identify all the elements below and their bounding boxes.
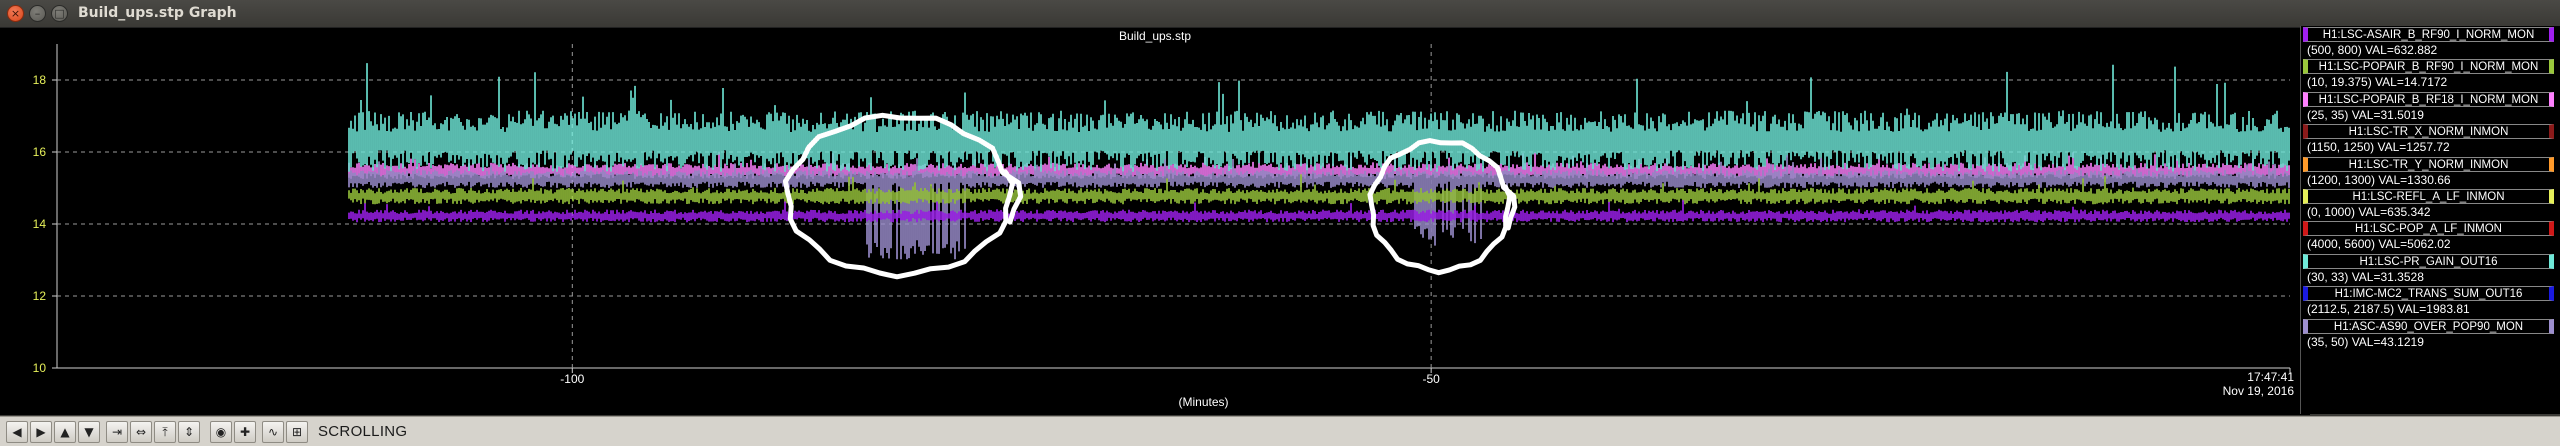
legend-channel-name[interactable]: H1:LSC-TR_Y_NORM_INMON [2303,156,2554,172]
y-tick-label: 16 [33,145,47,159]
close-window-button[interactable]: × [7,5,24,22]
compress-x-button[interactable]: ⇥ [106,421,128,443]
legend-channel-name[interactable]: H1:LSC-POPAIR_B_RF18_I_NORM_MON [2303,91,2554,107]
record-button[interactable]: ◉ [210,421,232,443]
y-tick-label: 10 [33,361,47,375]
legend-channel-name[interactable]: H1:LSC-PR_GAIN_OUT16 [2303,253,2554,269]
plot-area[interactable]: Build_ups.stp 10 12 14 16 18 -100 -50 17:47:41… [0,28,2310,415]
channel-legend: H1:LSC-ASAIR_B_RF90_I_NORM_MON (500, 800)… [2300,26,2560,414]
legend-channel-range: (4000, 5600) VAL=5062.02 [2307,237,2451,252]
minimize-window-button[interactable]: – [29,5,46,22]
window-title: Build_ups.stp Graph [78,5,237,21]
legend-channel-range: (2112.5, 2187.5) VAL=1983.81 [2307,302,2470,317]
split-button[interactable]: ⊞ [286,421,308,443]
legend-item[interactable]: H1:LSC-TR_Y_NORM_INMON (1200, 1300) VAL=1… [2301,156,2560,188]
x-tick-label: -100 [560,372,584,386]
arrow-left-icon: ◀ [12,425,22,439]
expand-horizontal-icon: ⇔ [135,425,147,439]
arrow-up-icon: ▲ [60,425,70,439]
legend-item[interactable]: H1:LSC-REFL_A_LF_INMON (0, 1000) VAL=635.… [2301,188,2560,220]
record-icon: ◉ [215,425,227,439]
legend-item[interactable]: H1:LSC-POPAIR_B_RF18_I_NORM_MON (25, 35) … [2301,91,2560,123]
grid-lines [57,44,2290,368]
scroll-up-button[interactable]: ▲ [54,421,76,443]
bottom-toolbar: SCROLLING ◀ ▶ ▲ ▼ ⇥ ⇔ ⤒ ⇕ ◉ ✚ ∿ ⊞ [0,416,2560,446]
current-time-label: 17:47:41 [2247,370,2294,384]
mode-label: SCROLLING [318,423,408,440]
arrow-down-icon: ▼ [84,425,94,439]
arrow-right-icon: ▶ [36,425,46,439]
compress-horizontal-icon: ⇥ [111,425,123,439]
series-trace [348,200,2290,223]
scroll-down-button[interactable]: ▼ [78,421,100,443]
waveform-button[interactable]: ∿ [262,421,284,443]
expand-x-button[interactable]: ⇔ [130,421,152,443]
waveform-icon: ∿ [267,425,279,439]
compress-y-button[interactable]: ⤒ [154,421,176,443]
maximize-icon: □ [54,7,65,20]
legend-item[interactable]: H1:ASC-AS90_OVER_POP90_MON (35, 50) VAL=4… [2301,318,2560,350]
y-tick-label: 14 [33,217,47,231]
legend-channel-range: (10, 19.375) VAL=14.7172 [2307,75,2448,90]
legend-channel-range: (35, 50) VAL=43.1219 [2307,334,2424,349]
legend-item[interactable]: H1:LSC-TR_X_NORM_INMON (1150, 1250) VAL=1… [2301,123,2560,155]
legend-channel-range: (500, 800) VAL=632.882 [2307,43,2438,57]
legend-channel-range: (0, 1000) VAL=635.342 [2307,204,2431,219]
split-icon: ⊞ [291,425,303,439]
strip-chart[interactable]: 1012141618-100 -50 17:47:41 Nov 19, 2016 … [0,28,2310,415]
legend-channel-range: (1150, 1250) VAL=1257.72 [2307,140,2450,155]
legend-item[interactable]: H1:LSC-POP_A_LF_INMON (4000, 5600) VAL=50… [2301,220,2560,252]
legend-item[interactable]: H1:LSC-POPAIR_B_RF90_I_NORM_MON (10, 19.3… [2301,58,2560,90]
legend-item[interactable]: H1:IMC-MC2_TRANS_SUM_OUT16 (2112.5, 2187.… [2301,285,2560,317]
expand-y-button[interactable]: ⇕ [178,421,200,443]
window-titlebar: × – □ Build_ups.stp Graph [0,0,2560,28]
close-icon: × [10,7,21,20]
x-tick-label: -50 [1422,372,1440,386]
plus-icon: ✚ [239,425,251,439]
y-tick-label: 18 [33,73,47,87]
expand-vertical-icon: ⇕ [183,425,195,439]
legend-channel-name[interactable]: H1:LSC-POPAIR_B_RF90_I_NORM_MON [2303,59,2554,75]
legend-channel-name[interactable]: H1:LSC-TR_X_NORM_INMON [2303,124,2554,140]
legend-item[interactable]: H1:LSC-PR_GAIN_OUT16 (30, 33) VAL=31.3528 [2301,253,2560,285]
legend-channel-name[interactable]: H1:LSC-REFL_A_LF_INMON [2303,188,2554,204]
legend-channel-range: (1200, 1300) VAL=1330.66 [2307,172,2451,187]
scroll-left-button[interactable]: ◀ [6,421,28,443]
legend-channel-name[interactable]: H1:IMC-MC2_TRANS_SUM_OUT16 [2303,286,2554,302]
series-traces [348,63,2290,260]
legend-channel-name[interactable]: H1:LSC-POP_A_LF_INMON [2303,221,2554,237]
series-trace [348,63,2290,172]
legend-channel-name[interactable]: H1:LSC-ASAIR_B_RF90_I_NORM_MON [2303,27,2554,42]
axis-ticks: 10 12 14 16 18 -100 -50 [33,73,2291,386]
minimize-icon: – [34,7,41,20]
legend-channel-range: (30, 33) VAL=31.3528 [2307,269,2424,284]
current-date-label: Nov 19, 2016 [2223,384,2295,398]
y-tick-label: 12 [33,289,47,303]
add-button[interactable]: ✚ [234,421,256,443]
legend-channel-name[interactable]: H1:ASC-AS90_OVER_POP90_MON [2303,318,2554,334]
legend-item[interactable]: H1:LSC-ASAIR_B_RF90_I_NORM_MON (500, 800)… [2301,26,2560,58]
scroll-right-button[interactable]: ▶ [30,421,52,443]
maximize-window-button[interactable]: □ [51,5,68,22]
x-axis-unit-label: (Minutes) [1178,395,1228,409]
compress-vertical-icon: ⤒ [162,424,168,439]
legend-channel-range: (25, 35) VAL=31.5019 [2307,107,2424,122]
